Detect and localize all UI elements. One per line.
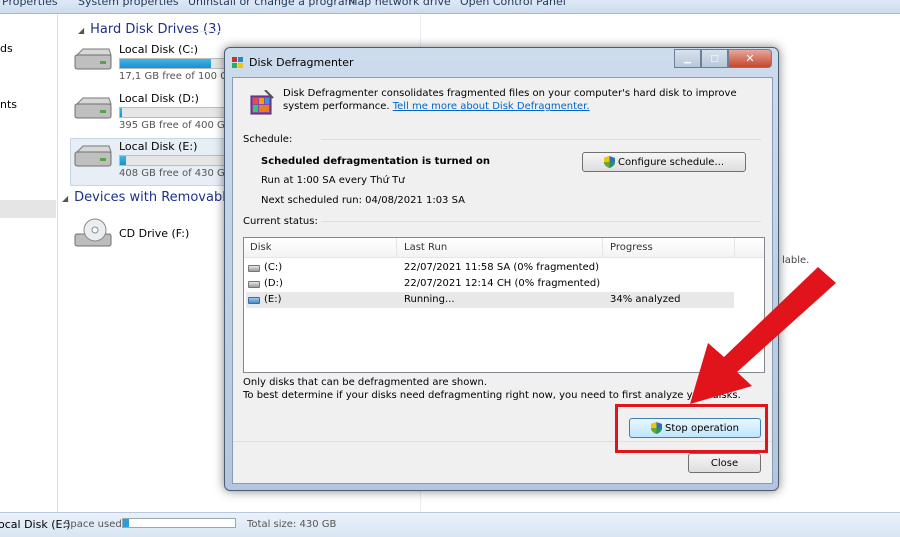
drive-free-space: 395 GB free of 400 GB (119, 120, 232, 131)
minimize-button[interactable]: ▁ (674, 49, 701, 68)
highlight-box (615, 404, 768, 453)
disk-last-run: Running... (404, 294, 455, 305)
current-status-label: Current status: (243, 216, 318, 227)
drive-usage-bar (119, 107, 231, 118)
column-separator[interactable] (734, 238, 735, 257)
hard-drive-icon (74, 48, 112, 70)
usage-fill (120, 108, 123, 117)
disk-name: (C:) (264, 262, 283, 273)
schedule-run-time: Run at 1:00 SA every Thứ Tư (261, 175, 405, 186)
hard-disk-drives-header[interactable]: ◢ Hard Disk Drives (3) (78, 22, 221, 37)
drive-item-c[interactable]: Local Disk (C:) 17,1 GB free of 100 GB (73, 43, 235, 85)
disk-name: (D:) (264, 278, 283, 289)
cd-drive-icon (74, 218, 112, 247)
disk-list-header: Disk Last Run Progress (244, 238, 764, 258)
disk-icon (248, 297, 260, 304)
toolbar-open-control-panel[interactable]: Open Control Panel (460, 0, 566, 8)
defragmenter-icon (250, 90, 274, 115)
drive-usage-bar (119, 155, 231, 166)
close-icon: ✕ (745, 52, 755, 65)
drive-name: Local Disk (C:) (119, 43, 199, 56)
section-divider (321, 221, 761, 222)
space-used-label: Space used: (64, 519, 126, 530)
toolbar-uninstall[interactable]: Uninstall or change a program (188, 0, 355, 8)
learn-more-link[interactable]: Tell me more about Disk Defragmenter. (393, 101, 590, 112)
dialog-title: Disk Defragmenter (249, 56, 354, 69)
drive-name: Local Disk (E:) (119, 140, 198, 153)
background-text-fragment: lable. (782, 255, 810, 266)
drive-item-cd[interactable]: CD Drive (F:) (73, 218, 223, 254)
uac-shield-icon (604, 156, 615, 168)
disk-icon (248, 281, 260, 288)
defragmenter-app-icon (232, 57, 243, 68)
note-defragmentable: Only disks that can be defragmented are … (243, 377, 488, 388)
total-size: Total size: 430 GB (247, 519, 337, 530)
group-divider (200, 31, 220, 32)
space-used-fill (123, 519, 129, 527)
disk-last-run: 22/07/2021 12:14 CH (0% fragmented) (404, 278, 601, 289)
note-analyze: To best determine if your disks need def… (243, 390, 741, 401)
intro-description: Disk Defragmenter consolidates fragmente… (283, 88, 737, 112)
section-divider (321, 139, 761, 140)
usage-fill (120, 156, 126, 165)
configure-schedule-button[interactable]: Configure schedule... (582, 152, 746, 172)
explorer-toolbar: Properties System properties Uninstall o… (0, 0, 900, 14)
toolbar-properties[interactable]: Properties (2, 0, 58, 8)
disk-list[interactable]: Disk Last Run Progress (C:) 22/07/2021 1… (243, 237, 765, 373)
details-statusbar: ocal Disk (E:) Space used: Total size: 4… (0, 512, 900, 537)
toolbar-map-network-drive[interactable]: Map network drive (348, 0, 451, 8)
drive-name: Local Disk (D:) (119, 92, 199, 105)
column-last-run[interactable]: Last Run (404, 242, 447, 253)
disk-row-c[interactable]: (C:) 22/07/2021 11:58 SA (0% fragmented) (246, 260, 734, 276)
nav-item-computer-selected[interactable] (0, 200, 56, 218)
column-progress[interactable]: Progress (610, 242, 653, 253)
disk-name: (E:) (264, 294, 282, 305)
space-used-bar (122, 518, 236, 528)
next-scheduled-run: Next scheduled run: 04/08/2021 1:03 SA (261, 195, 465, 206)
close-button[interactable]: Close (688, 453, 761, 473)
collapse-triangle-icon[interactable]: ◢ (62, 194, 68, 203)
disk-progress: 34% analyzed (610, 294, 681, 305)
disk-icon (248, 265, 260, 272)
drive-usage-bar (119, 58, 231, 69)
maximize-button[interactable]: □ (701, 49, 728, 68)
usage-fill (120, 59, 212, 68)
drive-item-d[interactable]: Local Disk (D:) 395 GB free of 400 GB (73, 92, 233, 134)
disk-row-d[interactable]: (D:) 22/07/2021 12:14 CH (0% fragmented) (246, 276, 734, 292)
toolbar-system-properties[interactable]: System properties (78, 0, 179, 8)
disk-last-run: 22/07/2021 11:58 SA (0% fragmented) (404, 262, 599, 273)
window-controls: ▁ □ ✕ (674, 49, 772, 68)
hard-drive-icon (74, 97, 112, 119)
nav-item-fragment[interactable]: nts (0, 98, 17, 111)
status-drive-name: ocal Disk (E:) (0, 518, 71, 531)
schedule-status: Scheduled defragmentation is turned on (261, 156, 491, 167)
drive-free-space: 17,1 GB free of 100 GB (119, 71, 235, 82)
drive-item-e[interactable]: Local Disk (E:) 408 GB free of 430 GB (73, 140, 233, 182)
drive-name: CD Drive (F:) (119, 227, 190, 240)
close-window-button[interactable]: ✕ (728, 49, 772, 68)
nav-item-fragment[interactable]: ds (0, 42, 13, 55)
hard-drive-icon (74, 145, 112, 167)
schedule-section-label: Schedule: (243, 134, 293, 145)
column-disk[interactable]: Disk (250, 242, 271, 253)
collapse-triangle-icon[interactable]: ◢ (78, 26, 84, 35)
minimize-icon: ▁ (684, 53, 691, 64)
removable-devices-header[interactable]: ◢ Devices with Removable S (62, 190, 246, 205)
drive-free-space: 408 GB free of 430 GB (119, 168, 232, 179)
disk-row-e[interactable]: (E:) Running... 34% analyzed (246, 292, 734, 308)
maximize-icon: □ (710, 53, 719, 64)
column-separator[interactable] (602, 238, 603, 257)
column-separator[interactable] (396, 238, 397, 257)
navigation-pane: ds nts (0, 14, 58, 512)
